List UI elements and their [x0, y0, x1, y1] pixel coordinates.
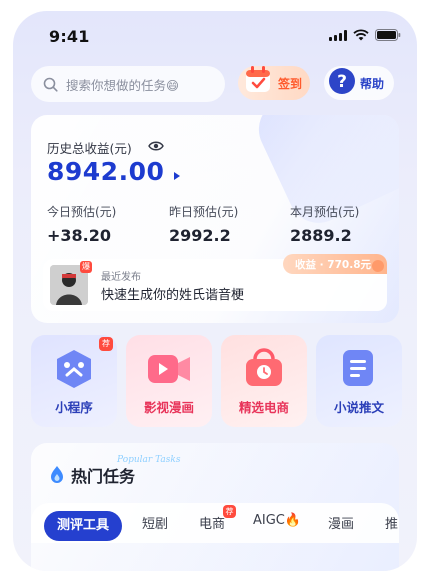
status-icons — [329, 29, 401, 41]
stat-today: 今日预估(元) +38.20 — [47, 203, 116, 245]
hot-tasks-section: 热门任务 Popular Tasks 测评工具 短剧 电商 荐 AIGC🔥 漫画… — [31, 443, 399, 571]
document-icon — [343, 350, 373, 386]
hot-badge: 爆 — [80, 261, 92, 273]
tab-short-drama[interactable]: 短剧 — [142, 513, 168, 532]
battery-icon — [375, 29, 401, 41]
eye-icon[interactable] — [148, 140, 164, 152]
feature-label: 影视漫画 — [143, 400, 194, 415]
feature-label: 精选电商 — [238, 400, 289, 415]
video-camera-icon — [148, 355, 190, 383]
stat-label: 今日预估(元) — [47, 205, 117, 219]
svg-text:?: ? — [337, 72, 347, 92]
recent-title: 快速生成你的姓氏谐音梗 — [101, 288, 245, 303]
stat-value: +38.20 — [47, 226, 112, 245]
total-earnings-label: 历史总收益(元) — [47, 141, 132, 156]
popular-tasks-watermark: Popular Tasks — [117, 455, 181, 465]
recommend-badge: 荐 — [223, 505, 236, 518]
stat-month: 本月预估(元) 2889.2 — [290, 203, 359, 245]
tab-comics[interactable]: 漫画 — [328, 513, 354, 532]
mini-program-icon — [57, 350, 91, 388]
shopping-bag-icon — [246, 348, 282, 386]
search-input[interactable]: 搜索你想做的任务😄 — [31, 66, 225, 102]
signal-icon — [329, 29, 347, 41]
search-placeholder: 搜索你想做的任务😄 — [66, 77, 180, 93]
tab-more[interactable]: 推 — [385, 513, 398, 532]
status-time: 9:41 — [49, 27, 90, 46]
calendar-icon — [246, 66, 270, 92]
feature-label: 小说推文 — [333, 400, 384, 415]
feature-label: 小程序 — [55, 400, 93, 415]
stat-value: 2889.2 — [290, 226, 352, 245]
recent-label: 最近发布 — [101, 272, 141, 283]
stat-yesterday: 昨日预估(元) 2992.2 — [169, 203, 238, 245]
recommend-badge: 荐 — [99, 337, 113, 351]
flame-icon — [51, 466, 63, 483]
help-button[interactable]: ? 帮助 — [324, 66, 394, 100]
feature-ecommerce[interactable]: 精选电商 — [221, 335, 307, 427]
chevron-right-icon[interactable] — [174, 172, 180, 180]
search-icon — [43, 77, 58, 92]
phone-screen: 9:41 搜索你想做的任务😄 签到 ? 帮助 历史总收益(元) 8942.00 … — [13, 11, 417, 571]
feature-novel-promo[interactable]: 小说推文 — [316, 335, 402, 427]
hot-tasks-title: 热门任务 — [71, 467, 136, 486]
stat-label: 昨日预估(元) — [169, 205, 239, 219]
tab-review-tools[interactable]: 测评工具 — [44, 511, 122, 541]
total-earnings-value[interactable]: 8942.00 — [47, 157, 164, 186]
signin-button[interactable]: 签到 — [238, 66, 310, 100]
tab-label: 测评工具 — [56, 518, 109, 533]
help-label: 帮助 — [360, 77, 385, 91]
income-badge: 收益 · 770.8元 — [283, 254, 387, 274]
tab-ecommerce[interactable]: 电商 — [199, 513, 225, 532]
wifi-icon — [353, 29, 369, 41]
stat-label: 本月预估(元) — [290, 205, 360, 219]
stat-value: 2992.2 — [169, 226, 231, 245]
help-icon: ? — [329, 68, 355, 94]
recent-publish-item[interactable]: 爆 最近发布 快速生成你的姓氏谐音梗 收益 · 770.8元 — [43, 254, 387, 311]
coin-icon — [372, 260, 384, 272]
signin-label: 签到 — [278, 77, 303, 91]
earnings-card: 历史总收益(元) 8942.00 今日预估(元) +38.20 昨日预估(元) … — [31, 115, 399, 323]
tab-aigc[interactable]: AIGC🔥 — [253, 513, 301, 528]
feature-mini-program[interactable]: 荐 小程序 — [31, 335, 117, 427]
income-text: 收益 · 770.8元 — [295, 259, 372, 271]
feature-film-comics[interactable]: 影视漫画 — [126, 335, 212, 427]
task-tabs: 测评工具 短剧 电商 荐 AIGC🔥 漫画 推 — [31, 503, 399, 543]
